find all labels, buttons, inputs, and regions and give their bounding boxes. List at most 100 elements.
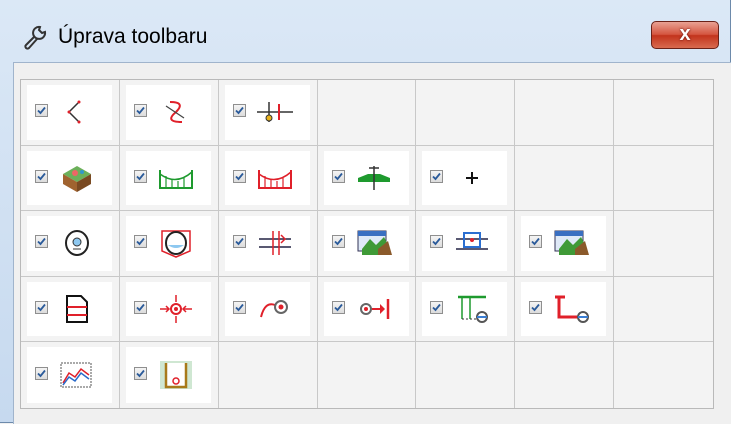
toolbar-item [125,85,211,140]
manhole-icon [57,227,97,259]
toolbar-item-checkbox[interactable] [35,367,48,381]
toolbar-item-checkbox[interactable] [133,367,147,381]
toolbar-edit-dialog: Úprava toolbaru x [0,0,731,424]
terrain-map-icon [551,227,591,259]
green-profile-icon [156,162,196,194]
toolbar-item-cell [21,80,120,146]
toolbar-item-checkbox[interactable] [133,169,147,183]
toolbar-item-cell [119,342,219,408]
chart-area-icon [57,359,97,391]
toolbar-item [521,216,607,271]
profile-marker-icon [255,96,295,128]
toolbar-item-cell [515,276,615,343]
toolbar-item-checkbox[interactable] [331,235,345,249]
toolbar-grid [20,79,714,409]
empty-cell [416,342,516,408]
empty-cell [218,342,318,408]
toolbar-item [422,281,508,337]
node-arrows-icon [156,293,196,325]
toolbar-item-checkbox[interactable] [331,301,345,315]
toolbar-item [323,150,409,206]
toolbar-item-cell [218,211,318,277]
toolbar-item-cell [119,211,219,277]
toolbar-item-checkbox[interactable] [430,301,444,315]
toolbar-item-cell [218,145,318,212]
red-profile-icon [255,162,295,194]
close-button[interactable]: x [651,21,719,49]
toolbar-item-cell [119,145,219,212]
toolbar-item-cell [515,211,615,277]
toolbar-item-cell [21,342,120,408]
toolbar-item-cell [21,145,120,212]
node-end-icon [354,293,394,325]
terrain-map-icon [354,227,394,259]
empty-cell [515,342,615,408]
toolbar-item-checkbox[interactable] [331,169,345,183]
pipe-connection-icon [452,293,492,325]
toolbar-item-cell [21,211,120,277]
toolbar-item-cell [416,211,516,277]
toolbar-item-checkbox[interactable] [133,104,147,118]
toolbar-item-checkbox[interactable] [529,235,543,249]
toolbar-item-checkbox[interactable] [133,301,147,315]
empty-cell [614,211,713,277]
document-red-icon [57,293,97,325]
toolbar-item [521,281,607,337]
toolbar-item [125,150,211,206]
toolbar-item-checkbox[interactable] [232,235,246,249]
toolbar-item [422,150,508,206]
toolbar-item-checkbox[interactable] [133,235,147,249]
pipe-crossing-icon [255,227,295,259]
empty-cell [614,342,713,408]
toolbar-item [422,216,508,271]
empty-cell [515,80,615,146]
toolbar-item [224,150,310,206]
toolbar-item-cell [119,80,219,146]
toolbar-item-checkbox[interactable] [232,104,246,118]
toolbar-item [323,216,409,271]
terrain-3d-icon [57,162,97,194]
toolbar-item-checkbox[interactable] [35,104,48,118]
toolbar-item-cell [416,276,516,343]
toolbar-item [27,347,112,403]
manhole-section-icon [156,227,196,259]
toolbar-item [27,216,112,271]
title-bar[interactable]: Úprava toolbaru x [0,0,731,58]
toolbar-item-cell [416,145,516,212]
toolbar-item-cell [119,276,219,343]
toolbar-item-checkbox[interactable] [529,301,543,315]
toolbar-item [224,85,310,140]
toolbar-item [27,281,112,337]
empty-cell [317,342,417,408]
toolbar-item-checkbox[interactable] [430,169,444,183]
empty-cell [614,276,713,343]
empty-cell [614,80,713,146]
toolbar-item [125,281,211,337]
toolbar-item-checkbox[interactable] [232,169,246,183]
toolbar-item [27,150,112,206]
toolbar-item-checkbox[interactable] [35,169,48,183]
pipe-bridge-icon [452,227,492,259]
toolbar-item-cell [218,276,318,343]
toolbar-item-cell [317,211,417,277]
empty-cell [416,80,516,146]
toolbar-item-checkbox[interactable] [35,235,48,249]
toolbar-item-cell [21,276,120,343]
toolbar-item-cell [317,145,417,212]
toolbar-item [224,216,310,271]
close-icon: x [679,23,691,45]
toolbar-item-cell [218,80,318,146]
toolbar-item-checkbox[interactable] [430,235,444,249]
toolbar-item [323,281,409,337]
curve-angle-icon [57,96,97,128]
empty-cell [317,80,417,146]
toolbar-item-cell [317,276,417,343]
wrench-icon [22,24,48,50]
route-curve-icon [156,96,196,128]
toolbar-item-checkbox[interactable] [35,301,48,315]
connection-red-icon [551,293,591,325]
toolbar-item [27,85,112,140]
empty-cell [515,145,615,212]
toolbar-item-checkbox[interactable] [232,301,246,315]
window-title: Úprava toolbaru [58,25,208,48]
